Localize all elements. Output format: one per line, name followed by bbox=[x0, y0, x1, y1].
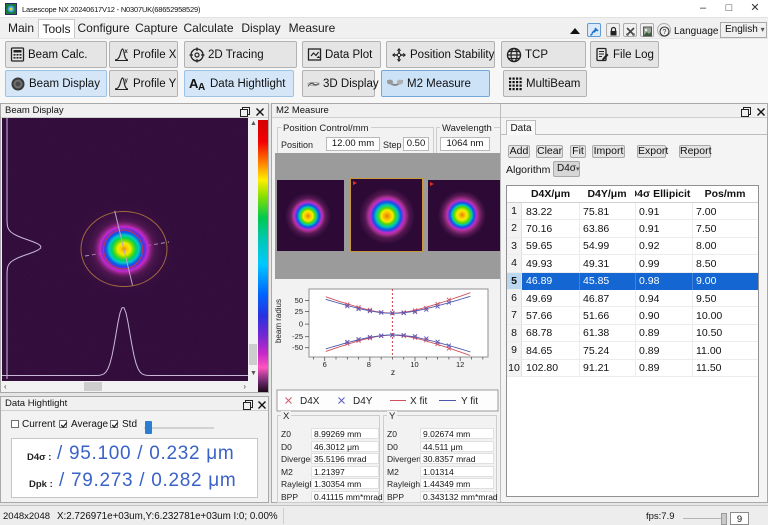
svg-text:D4Y: D4Y bbox=[353, 396, 373, 407]
svg-text:10: 10 bbox=[410, 360, 418, 369]
svg-text:?: ? bbox=[662, 29, 666, 36]
svg-text:0: 0 bbox=[299, 320, 303, 329]
svg-text:25: 25 bbox=[295, 307, 303, 316]
svg-text:y: y bbox=[125, 78, 129, 84]
svg-text:A: A bbox=[198, 82, 205, 91]
svg-text:12: 12 bbox=[456, 360, 464, 369]
svg-text:6: 6 bbox=[323, 360, 327, 369]
svg-text:x: x bbox=[125, 49, 129, 55]
svg-text:z: z bbox=[391, 367, 395, 377]
svg-text:Y fit: Y fit bbox=[461, 396, 478, 407]
svg-text:D4X: D4X bbox=[300, 396, 320, 407]
svg-text:X fit: X fit bbox=[410, 396, 427, 407]
svg-text:-25: -25 bbox=[292, 332, 303, 341]
svg-text:-50: -50 bbox=[292, 343, 303, 352]
svg-text:beam radius: beam radius bbox=[274, 299, 283, 343]
svg-text:8: 8 bbox=[367, 360, 371, 369]
svg-text:50: 50 bbox=[295, 296, 303, 305]
